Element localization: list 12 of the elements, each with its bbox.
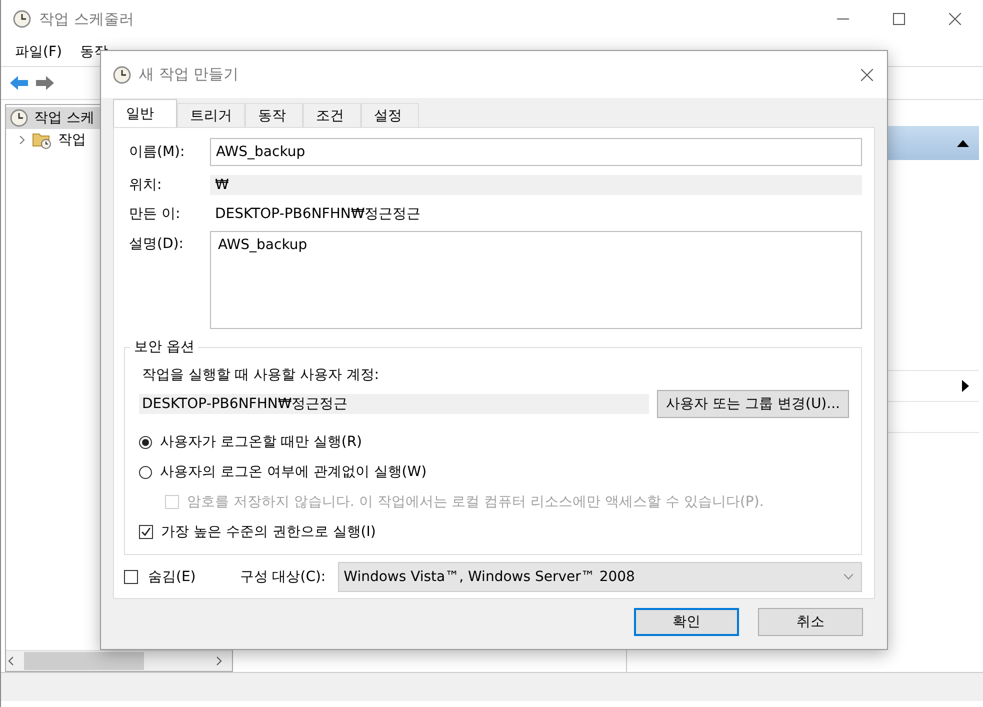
dialog-title: 새 작업 만들기 bbox=[139, 65, 239, 84]
location-value: ₩ bbox=[210, 175, 862, 195]
field-label: 구성 대상(C): bbox=[240, 568, 326, 586]
author-value: DESKTOP-PB6NFHN₩정근정근 bbox=[214, 205, 421, 223]
account-value: DESKTOP-PB6NFHN₩정근정근 bbox=[139, 394, 650, 414]
field-label: 만든 이: bbox=[128, 205, 182, 223]
account-label: 작업을 실행할 때 사용할 사용자 계정: bbox=[141, 366, 380, 384]
window-title: 작업 스케줄러 bbox=[39, 10, 134, 28]
field-label: 이름(M): bbox=[128, 143, 186, 161]
group-legend: 보안 옵션 bbox=[130, 338, 198, 356]
field-label: 설명(D): bbox=[128, 235, 184, 253]
field-label: 위치: bbox=[128, 176, 163, 194]
